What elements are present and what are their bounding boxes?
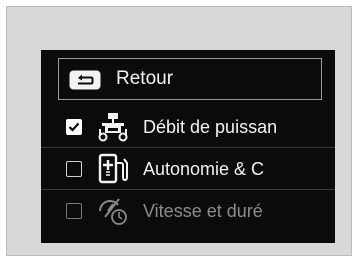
list-item-power-flow[interactable]: Débit de puissan (41, 106, 335, 148)
list-item-label: Débit de puissan (143, 117, 278, 137)
screenshot-frame: Retour Débit de puissan Autonomie & C Vi… (6, 6, 352, 256)
list-item-label: Vitesse et duré (143, 201, 263, 221)
back-button-label: Retour (116, 68, 174, 89)
display-screen: Retour Débit de puissan Autonomie & C Vi… (41, 50, 335, 243)
speed-time-icon (96, 195, 130, 227)
list-item-range[interactable]: Autonomie & C (41, 148, 335, 190)
fuel-pump-range-icon (96, 153, 130, 185)
back-button[interactable]: Retour (58, 58, 322, 100)
checkbox-speed-time[interactable] (66, 203, 82, 219)
list-item-speed-time[interactable]: Vitesse et duré (41, 190, 335, 232)
list-item-label: Autonomie & C (143, 159, 265, 179)
back-arrow-icon (69, 70, 101, 90)
checkbox-power-flow[interactable] (66, 119, 82, 135)
power-flow-icon (96, 111, 130, 143)
checkbox-range[interactable] (66, 161, 82, 177)
